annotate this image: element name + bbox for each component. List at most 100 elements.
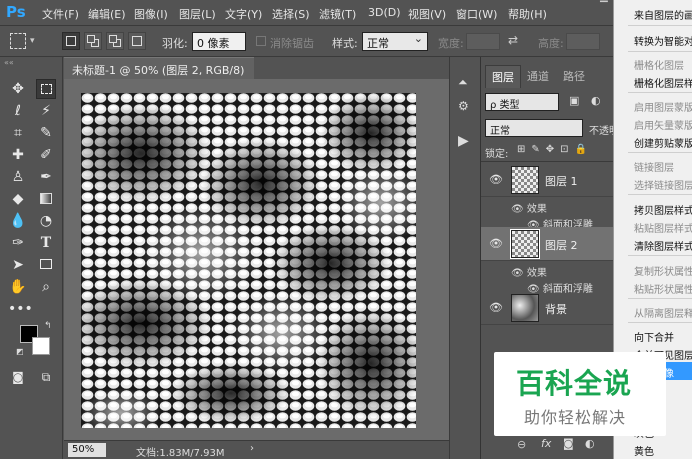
clone-stamp-tool-icon[interactable]: ♙	[8, 167, 28, 187]
photoshop-logo: Ps	[6, 3, 26, 21]
image-filter-icon[interactable]: ▣	[569, 94, 579, 107]
layer-name[interactable]: 图层 1	[545, 173, 578, 189]
height-input[interactable]	[566, 33, 600, 50]
menu-item[interactable]: 粘贴形状属性	[634, 281, 692, 296]
menu-item[interactable]: 复制形状属性	[634, 263, 692, 278]
menu-3d[interactable]: 3D(D)	[368, 6, 401, 19]
collapse-icon[interactable]: ««	[4, 58, 14, 67]
add-mask-icon[interactable]: ◙	[563, 437, 574, 450]
screen-mode-icon[interactable]: ⧉	[36, 367, 56, 387]
blur-tool-icon[interactable]: 💧	[8, 211, 28, 231]
eye-icon[interactable]: 👁	[511, 268, 527, 279]
more-tools-icon[interactable]: •••	[8, 299, 33, 319]
canvas-area[interactable]	[64, 79, 477, 440]
menu-item[interactable]: 黄色	[634, 443, 654, 458]
actions-play-icon[interactable]: ▶	[458, 133, 469, 149]
brush-tool-icon[interactable]: ✐	[36, 145, 56, 165]
menu-item[interactable]: 选择链接图层	[634, 177, 692, 192]
history-brush-tool-icon[interactable]: ✒	[36, 167, 56, 187]
background-color-swatch[interactable]	[32, 337, 50, 355]
properties-panel-icon[interactable]: ⚙	[458, 99, 469, 113]
zoom-field[interactable]: 50%	[68, 443, 106, 457]
menu-item[interactable]: 创建剪贴蒙版	[634, 135, 692, 150]
menu-item[interactable]: 向下合并	[634, 329, 674, 344]
tab-layers[interactable]: 图层	[485, 65, 521, 88]
pen-tool-icon[interactable]: ✑	[8, 233, 28, 253]
hand-tool-icon[interactable]: ✋	[8, 277, 28, 297]
gradient-tool-icon[interactable]	[36, 189, 56, 209]
adjustment-layer-icon[interactable]: ◐	[585, 437, 595, 450]
marquee-tool-icon[interactable]	[36, 79, 56, 99]
dodge-tool-icon[interactable]: ◔	[36, 211, 56, 231]
menu-item[interactable]: 拷贝图层样式	[634, 202, 692, 217]
eyedropper-tool-icon[interactable]: ✎	[36, 123, 56, 143]
style-select[interactable]: 正常	[362, 32, 428, 51]
menu-help[interactable]: 帮助(H)	[508, 6, 547, 22]
quick-mask-icon[interactable]: ◙	[8, 367, 28, 387]
history-panel-icon[interactable]: ⏶	[458, 75, 468, 90]
intersect-selection-button[interactable]	[128, 32, 146, 50]
menu-item[interactable]: 清除图层样式	[634, 238, 692, 253]
document-canvas[interactable]	[81, 93, 416, 428]
menu-item[interactable]: 栅格化图层	[634, 57, 684, 72]
eye-icon[interactable]: 👁	[511, 204, 527, 215]
healing-brush-tool-icon[interactable]: ✚	[8, 145, 28, 165]
zoom-tool-icon[interactable]: ⌕	[36, 277, 56, 297]
path-selection-tool-icon[interactable]: ➤	[8, 255, 28, 275]
menu-item[interactable]: 启用图层蒙版	[634, 99, 692, 114]
crop-tool-icon[interactable]: ⌗	[8, 123, 28, 143]
menu-item[interactable]: 粘贴图层样式	[634, 220, 692, 235]
layer-name[interactable]: 背景	[545, 301, 567, 317]
feather-input[interactable]: 0 像素	[192, 32, 246, 51]
menu-item[interactable]: 转换为智能对	[634, 33, 692, 48]
menu-edit[interactable]: 编辑(E)	[88, 6, 126, 22]
menu-item[interactable]: 链接图层	[634, 159, 674, 174]
blend-mode-select[interactable]: 正常	[485, 119, 583, 137]
tab-paths[interactable]: 路径	[557, 65, 591, 87]
type-tool-icon[interactable]: T	[36, 233, 56, 253]
menu-image[interactable]: 图像(I)	[134, 6, 168, 22]
layer-row-2[interactable]: 👁 图层 2	[481, 227, 616, 261]
minimize-icon[interactable]: ▔	[600, 2, 610, 14]
new-selection-button[interactable]	[62, 32, 80, 50]
tab-channels[interactable]: 通道	[521, 65, 555, 87]
lasso-tool-icon[interactable]: ℓ	[8, 101, 28, 121]
swap-colors-icon[interactable]: ↰	[44, 321, 52, 331]
visibility-eye-icon[interactable]: 👁	[489, 173, 503, 186]
menu-filter[interactable]: 滤镜(T)	[319, 6, 356, 22]
width-input[interactable]	[466, 33, 500, 50]
layer-row-1[interactable]: 👁 图层 1	[481, 163, 616, 197]
menu-item[interactable]: 从隔离图层释	[634, 305, 692, 320]
menu-item[interactable]: 栅格化图层样	[634, 75, 692, 90]
menu-file[interactable]: 文件(F)	[42, 6, 79, 22]
document-tab[interactable]: 未标题-1 @ 50% (图层 2, RGB/8) * ×	[64, 57, 254, 91]
fx-icon[interactable]: fx	[541, 437, 551, 450]
eraser-tool-icon[interactable]: ◆	[8, 189, 28, 209]
chevron-down-icon[interactable]: ▾	[30, 36, 35, 46]
rectangle-tool-icon[interactable]	[36, 255, 56, 275]
add-selection-button[interactable]	[84, 32, 102, 50]
default-colors-icon[interactable]: ◩	[16, 347, 24, 356]
layer-name[interactable]: 图层 2	[545, 237, 578, 253]
menu-type[interactable]: 文字(Y)	[225, 6, 262, 22]
marquee-preset-icon[interactable]	[10, 33, 26, 49]
layer-row-background[interactable]: 👁 背景	[481, 291, 616, 325]
link-layers-icon[interactable]: ⊖	[517, 438, 526, 451]
visibility-eye-icon[interactable]: 👁	[489, 237, 503, 250]
menu-layer[interactable]: 图层(L)	[179, 6, 216, 22]
swap-icon[interactable]: ⇄	[508, 33, 518, 47]
status-menu-arrow-icon[interactable]: ›	[250, 443, 254, 454]
adjustment-filter-icon[interactable]: ◐	[591, 94, 601, 107]
menu-window[interactable]: 窗口(W)	[456, 6, 497, 22]
layer-filter-select[interactable]: ρ 类型	[485, 93, 559, 111]
menu-item[interactable]: 启用矢量蒙版	[634, 117, 692, 132]
antialias-checkbox[interactable]	[256, 36, 266, 46]
menu-select[interactable]: 选择(S)	[272, 6, 310, 22]
menu-item[interactable]: 来自图层的画	[634, 7, 692, 22]
menu-view[interactable]: 视图(V)	[408, 6, 446, 22]
visibility-eye-icon[interactable]: 👁	[489, 301, 503, 314]
lock-icons[interactable]: ⊞✎✥⊡🔒	[517, 144, 593, 155]
magic-wand-tool-icon[interactable]: ⚡	[36, 101, 56, 121]
subtract-selection-button[interactable]	[106, 32, 124, 50]
move-tool-icon[interactable]: ✥	[8, 79, 28, 99]
